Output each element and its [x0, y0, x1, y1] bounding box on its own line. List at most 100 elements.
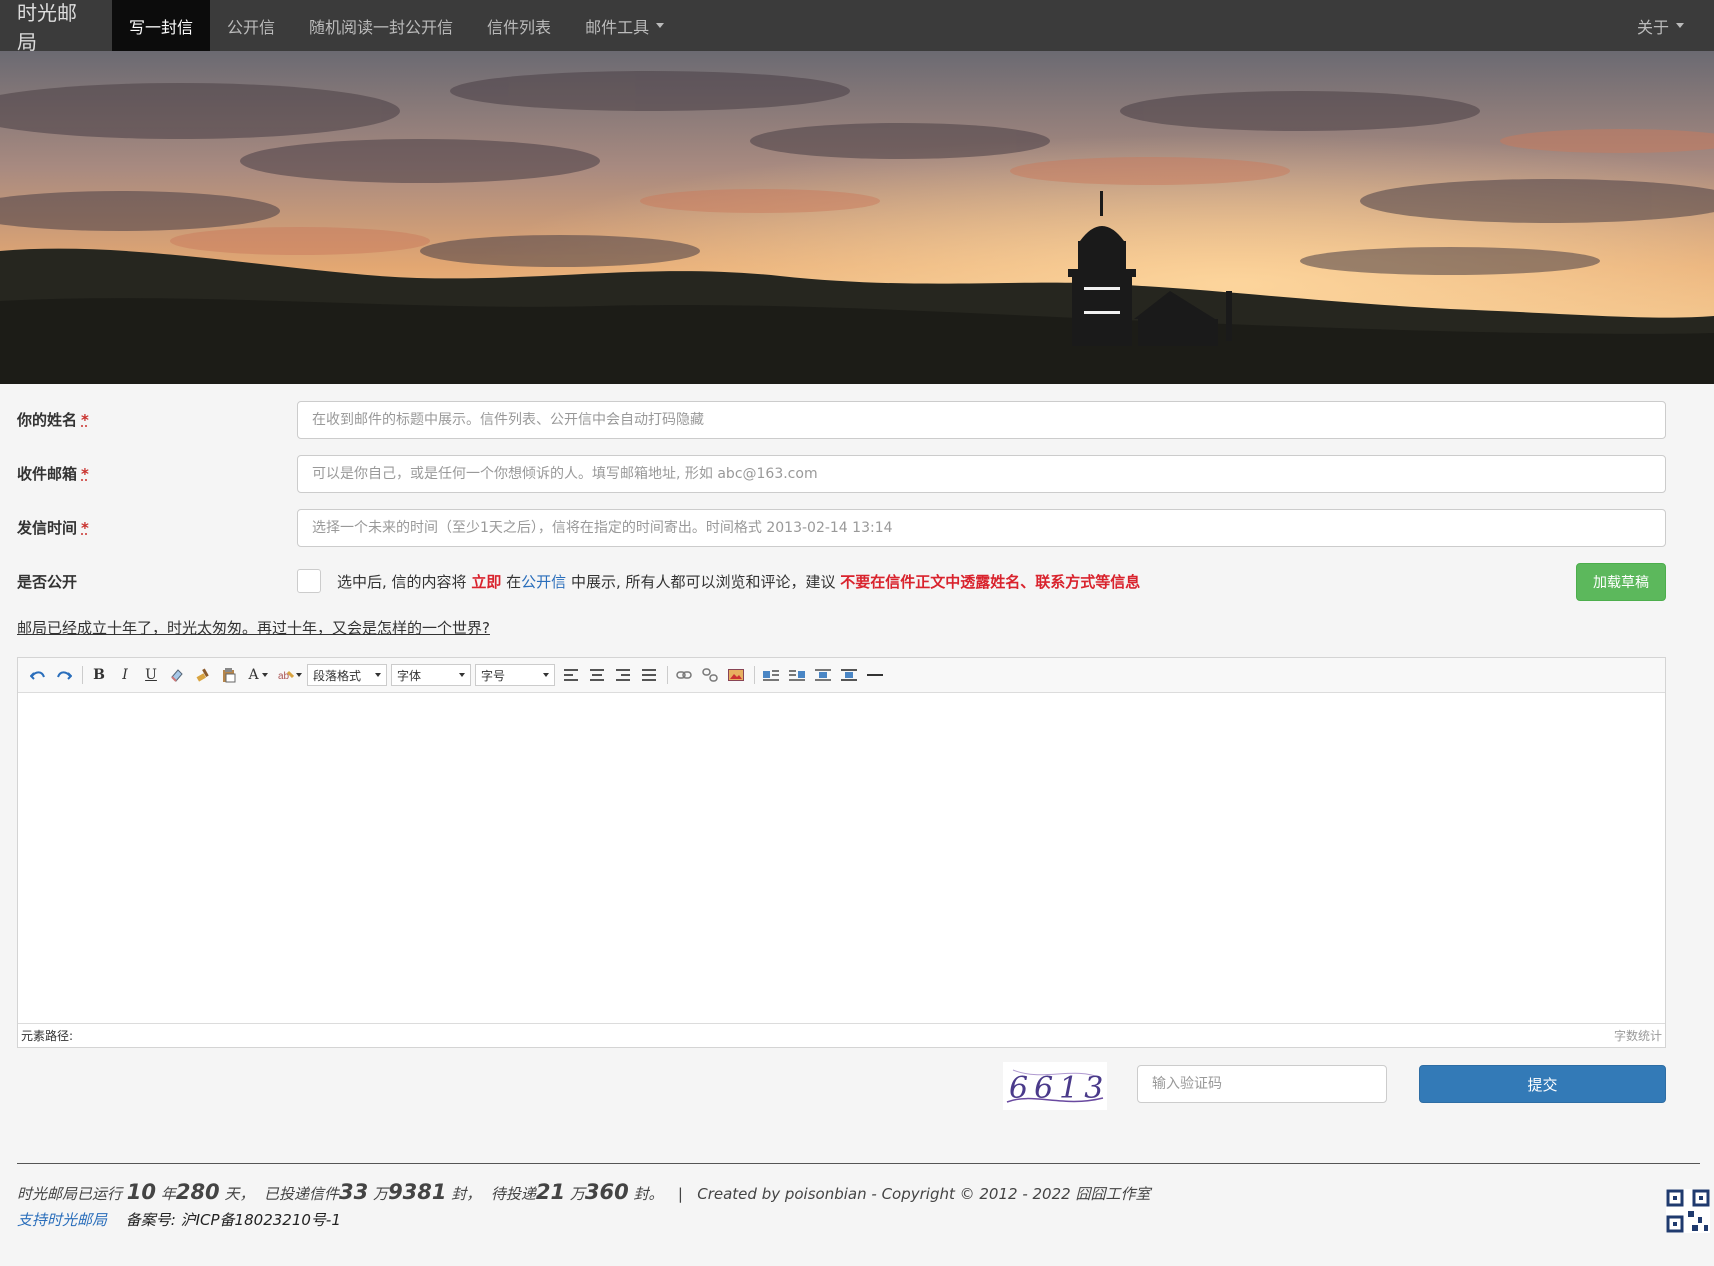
public-option-row: 选中后, 信的内容将 立即 在 公开信 中展示, 所有人都可以浏览和评论，建议 … [297, 569, 1140, 593]
captcha-code: 6613 [1009, 1071, 1107, 1106]
image-inline-icon[interactable] [811, 663, 835, 687]
hero-banner-image [0, 51, 1714, 384]
footer-links: 支持时光邮局 备案号: 沪ICP备18023210号-1 [17, 1209, 341, 1230]
link-icon[interactable] [672, 663, 696, 687]
brand-logo[interactable]: 时光邮局 [0, 0, 112, 54]
captcha-image[interactable]: 6613 [1003, 1062, 1107, 1110]
email-label-text: 收件邮箱 [17, 465, 78, 483]
slogan-link[interactable]: 邮局已经成立十年了，时光太匆匆。再过十年，又会是怎样的一个世界? [17, 617, 490, 638]
word-count-label: 字数统计 [1613, 1029, 1662, 1043]
align-justify-icon[interactable] [637, 663, 661, 687]
bold-icon[interactable]: B [87, 663, 111, 687]
editor-statusbar: 元素路径: 字数统计 [18, 1023, 1665, 1047]
image-float-left-icon[interactable] [759, 663, 783, 687]
paste-plain-icon[interactable] [217, 663, 241, 687]
insert-image-icon[interactable] [724, 663, 748, 687]
undo-icon[interactable] [26, 663, 50, 687]
public-label: 是否公开 [17, 573, 78, 591]
paragraph-format-value: 段落格式 [313, 668, 362, 683]
footer-separator: | [677, 1185, 683, 1203]
icp-record[interactable]: 备案号: 沪ICP备18023210号-1 [126, 1211, 341, 1229]
public-checkbox[interactable] [297, 569, 321, 593]
pending-unit: 封。 [633, 1185, 664, 1203]
underline-icon[interactable]: U [139, 663, 163, 687]
footer-stats: 时光邮局已运行 10 年280 天， 已投递信件33 万9381 封， 待投递2… [17, 1180, 1150, 1204]
nav-mail-tools-dropdown[interactable]: 邮件工具 [568, 0, 681, 51]
email-input[interactable] [297, 455, 1666, 493]
days-unit: 天， [224, 1185, 255, 1203]
font-color-glyph: A [248, 667, 259, 683]
caret-down-icon [1676, 23, 1684, 28]
font-family-value: 字体 [397, 668, 422, 683]
toolbar-separator [754, 666, 755, 684]
delivered-unit: 封， [451, 1185, 482, 1203]
nav-about-dropdown[interactable]: 关于 [1620, 0, 1714, 51]
days-running: 280 [175, 1180, 220, 1204]
stats-prefix: 时光邮局已运行 [17, 1185, 123, 1203]
horizontal-rule-icon[interactable] [863, 663, 887, 687]
unlink-icon[interactable] [698, 663, 722, 687]
privacy-warning-text: 不要在信件正文中透露姓名、联系方式等信息 [840, 572, 1141, 591]
pending-rest: 360 [584, 1180, 629, 1204]
public-text-1: 选中后, 信的内容将 [337, 572, 467, 591]
submit-button[interactable]: 提交 [1419, 1065, 1666, 1103]
font-size-value: 字号 [481, 668, 506, 683]
background-color-icon[interactable]: ab [275, 663, 305, 687]
email-label: 收件邮箱 * [17, 463, 89, 484]
top-navbar: 时光邮局 写一封信 公开信 随机阅读一封公开信 信件列表 邮件工具 关于 [0, 0, 1714, 54]
delivered-rest: 9381 [388, 1180, 447, 1204]
italic-icon[interactable]: I [113, 663, 137, 687]
pending-wan: 21 [535, 1180, 566, 1204]
send-time-input[interactable] [297, 509, 1666, 547]
align-right-icon[interactable] [611, 663, 635, 687]
delivered-prefix: 已投递信件 [264, 1185, 340, 1203]
align-center-icon[interactable] [585, 663, 609, 687]
chevron-down-icon [375, 673, 381, 677]
send-time-label: 发信时间 * [17, 517, 89, 538]
font-family-select[interactable]: 字体 [391, 664, 471, 686]
font-color-icon[interactable]: A [243, 663, 273, 687]
font-size-select[interactable]: 字号 [475, 664, 555, 686]
required-mark: * [81, 465, 89, 483]
footer-divider [17, 1163, 1700, 1164]
name-label: 你的姓名 * [17, 409, 89, 430]
load-draft-button[interactable]: 加载草稿 [1576, 563, 1666, 601]
pending-prefix: 待投递 [490, 1185, 536, 1203]
public-letters-link[interactable]: 公开信 [521, 571, 566, 592]
image-center-icon[interactable] [837, 663, 861, 687]
editor-toolbar: B I U A ab 段落格式 字体 字号 [18, 658, 1665, 693]
public-text-3: 中展示, 所有人都可以浏览和评论，建议 [570, 572, 836, 591]
nav-public-letters[interactable]: 公开信 [210, 0, 292, 51]
chevron-down-icon [459, 673, 465, 677]
align-left-icon[interactable] [559, 663, 583, 687]
nav-about-label: 关于 [1636, 17, 1669, 37]
public-text-2: 在 [506, 572, 522, 591]
name-input[interactable] [297, 401, 1666, 439]
send-time-label-text: 发信时间 [17, 519, 78, 537]
pending-wan-unit: 万 [569, 1185, 585, 1203]
editor-content-area[interactable] [18, 693, 1665, 1023]
chevron-down-icon [543, 673, 549, 677]
delivered-wan: 33 [339, 1180, 369, 1204]
nav-write-letter[interactable]: 写一封信 [112, 0, 211, 51]
captcha-input[interactable] [1137, 1065, 1387, 1103]
toolbar-separator [667, 666, 668, 684]
name-label-text: 你的姓名 [17, 411, 78, 429]
format-brush-icon[interactable] [191, 663, 215, 687]
public-text-immediately: 立即 [471, 572, 502, 591]
redo-icon[interactable] [52, 663, 76, 687]
required-mark: * [81, 519, 89, 537]
toolbar-separator [82, 666, 83, 684]
nav-letter-list[interactable]: 信件列表 [470, 0, 568, 51]
required-mark: * [81, 411, 89, 429]
support-link[interactable]: 支持时光邮局 [17, 1211, 107, 1229]
paragraph-format-select[interactable]: 段落格式 [307, 664, 387, 686]
qr-code-icon[interactable] [1666, 1189, 1710, 1233]
nav-random-read[interactable]: 随机阅读一封公开信 [292, 0, 470, 51]
image-float-right-icon[interactable] [785, 663, 809, 687]
rich-text-editor: B I U A ab 段落格式 字体 字号 元素路径: 字数统计 [17, 657, 1666, 1048]
copyright-text: Created by poisonbian - Copyright © 2012… [697, 1185, 1151, 1203]
eraser-icon[interactable] [165, 663, 189, 687]
delivered-wan-unit: 万 [373, 1185, 389, 1203]
caret-down-icon [656, 23, 665, 28]
